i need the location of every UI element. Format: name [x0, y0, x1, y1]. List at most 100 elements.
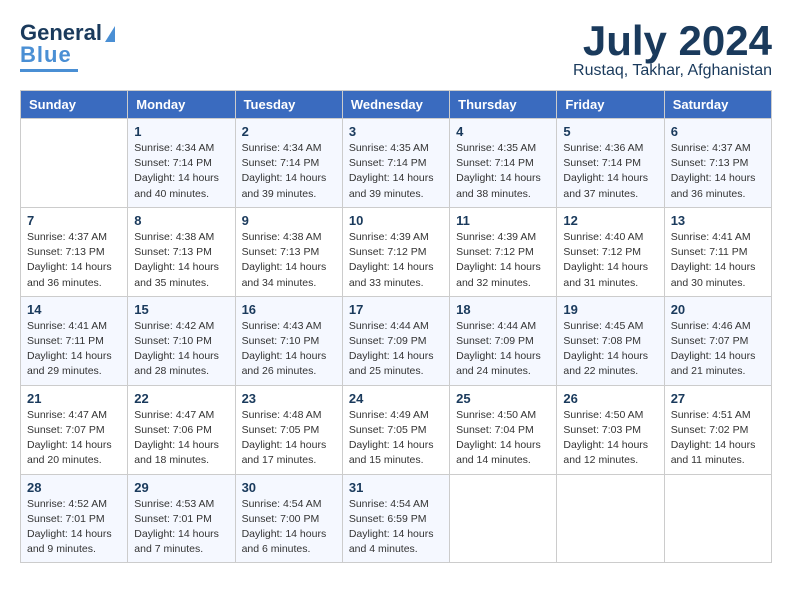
day-number: 3 [349, 124, 443, 139]
day-cell: 22 Sunrise: 4:47 AMSunset: 7:06 PMDaylig… [128, 385, 235, 474]
day-info: Sunrise: 4:49 AMSunset: 7:05 PMDaylight:… [349, 408, 443, 469]
day-info: Sunrise: 4:54 AMSunset: 7:00 PMDaylight:… [242, 497, 336, 558]
col-header-wednesday: Wednesday [342, 91, 449, 119]
day-cell: 28 Sunrise: 4:52 AMSunset: 7:01 PMDaylig… [21, 474, 128, 563]
day-cell: 13 Sunrise: 4:41 AMSunset: 7:11 PMDaylig… [664, 207, 771, 296]
day-number: 6 [671, 124, 765, 139]
day-cell: 17 Sunrise: 4:44 AMSunset: 7:09 PMDaylig… [342, 296, 449, 385]
day-cell: 24 Sunrise: 4:49 AMSunset: 7:05 PMDaylig… [342, 385, 449, 474]
day-cell: 26 Sunrise: 4:50 AMSunset: 7:03 PMDaylig… [557, 385, 664, 474]
day-info: Sunrise: 4:37 AMSunset: 7:13 PMDaylight:… [671, 141, 765, 202]
col-header-sunday: Sunday [21, 91, 128, 119]
day-cell: 25 Sunrise: 4:50 AMSunset: 7:04 PMDaylig… [450, 385, 557, 474]
col-header-tuesday: Tuesday [235, 91, 342, 119]
day-cell: 27 Sunrise: 4:51 AMSunset: 7:02 PMDaylig… [664, 385, 771, 474]
day-cell: 6 Sunrise: 4:37 AMSunset: 7:13 PMDayligh… [664, 119, 771, 208]
day-cell: 5 Sunrise: 4:36 AMSunset: 7:14 PMDayligh… [557, 119, 664, 208]
day-number: 13 [671, 213, 765, 228]
day-cell: 10 Sunrise: 4:39 AMSunset: 7:12 PMDaylig… [342, 207, 449, 296]
day-number: 22 [134, 391, 228, 406]
day-cell: 8 Sunrise: 4:38 AMSunset: 7:13 PMDayligh… [128, 207, 235, 296]
logo-triangle-icon [105, 26, 115, 42]
days-header-row: SundayMondayTuesdayWednesdayThursdayFrid… [21, 91, 772, 119]
day-info: Sunrise: 4:44 AMSunset: 7:09 PMDaylight:… [349, 319, 443, 380]
day-info: Sunrise: 4:41 AMSunset: 7:11 PMDaylight:… [671, 230, 765, 291]
day-cell [557, 474, 664, 563]
day-number: 4 [456, 124, 550, 139]
day-cell: 1 Sunrise: 4:34 AMSunset: 7:14 PMDayligh… [128, 119, 235, 208]
day-number: 24 [349, 391, 443, 406]
day-info: Sunrise: 4:36 AMSunset: 7:14 PMDaylight:… [563, 141, 657, 202]
day-info: Sunrise: 4:44 AMSunset: 7:09 PMDaylight:… [456, 319, 550, 380]
day-cell: 3 Sunrise: 4:35 AMSunset: 7:14 PMDayligh… [342, 119, 449, 208]
logo: General Blue [20, 20, 115, 72]
day-number: 31 [349, 480, 443, 495]
day-info: Sunrise: 4:46 AMSunset: 7:07 PMDaylight:… [671, 319, 765, 380]
week-row-5: 28 Sunrise: 4:52 AMSunset: 7:01 PMDaylig… [21, 474, 772, 563]
day-cell [21, 119, 128, 208]
col-header-thursday: Thursday [450, 91, 557, 119]
col-header-friday: Friday [557, 91, 664, 119]
day-cell: 20 Sunrise: 4:46 AMSunset: 7:07 PMDaylig… [664, 296, 771, 385]
day-number: 30 [242, 480, 336, 495]
day-info: Sunrise: 4:47 AMSunset: 7:07 PMDaylight:… [27, 408, 121, 469]
day-info: Sunrise: 4:54 AMSunset: 6:59 PMDaylight:… [349, 497, 443, 558]
day-info: Sunrise: 4:38 AMSunset: 7:13 PMDaylight:… [242, 230, 336, 291]
logo-blue: Blue [20, 42, 72, 68]
day-number: 21 [27, 391, 121, 406]
col-header-saturday: Saturday [664, 91, 771, 119]
day-number: 28 [27, 480, 121, 495]
day-number: 25 [456, 391, 550, 406]
month-title: July 2024 [573, 20, 772, 62]
day-number: 15 [134, 302, 228, 317]
day-number: 17 [349, 302, 443, 317]
day-cell: 11 Sunrise: 4:39 AMSunset: 7:12 PMDaylig… [450, 207, 557, 296]
day-info: Sunrise: 4:51 AMSunset: 7:02 PMDaylight:… [671, 408, 765, 469]
day-info: Sunrise: 4:45 AMSunset: 7:08 PMDaylight:… [563, 319, 657, 380]
logo-underline [20, 69, 78, 72]
location-subtitle: Rustaq, Takhar, Afghanistan [573, 62, 772, 80]
day-cell: 18 Sunrise: 4:44 AMSunset: 7:09 PMDaylig… [450, 296, 557, 385]
week-row-4: 21 Sunrise: 4:47 AMSunset: 7:07 PMDaylig… [21, 385, 772, 474]
day-info: Sunrise: 4:39 AMSunset: 7:12 PMDaylight:… [349, 230, 443, 291]
day-cell: 7 Sunrise: 4:37 AMSunset: 7:13 PMDayligh… [21, 207, 128, 296]
day-info: Sunrise: 4:38 AMSunset: 7:13 PMDaylight:… [134, 230, 228, 291]
day-number: 29 [134, 480, 228, 495]
day-cell: 4 Sunrise: 4:35 AMSunset: 7:14 PMDayligh… [450, 119, 557, 208]
day-info: Sunrise: 4:34 AMSunset: 7:14 PMDaylight:… [242, 141, 336, 202]
page-header: General Blue July 2024 Rustaq, Takhar, A… [20, 20, 772, 80]
day-number: 1 [134, 124, 228, 139]
day-cell: 30 Sunrise: 4:54 AMSunset: 7:00 PMDaylig… [235, 474, 342, 563]
day-info: Sunrise: 4:52 AMSunset: 7:01 PMDaylight:… [27, 497, 121, 558]
week-row-1: 1 Sunrise: 4:34 AMSunset: 7:14 PMDayligh… [21, 119, 772, 208]
day-cell: 16 Sunrise: 4:43 AMSunset: 7:10 PMDaylig… [235, 296, 342, 385]
day-info: Sunrise: 4:53 AMSunset: 7:01 PMDaylight:… [134, 497, 228, 558]
day-number: 14 [27, 302, 121, 317]
day-cell: 19 Sunrise: 4:45 AMSunset: 7:08 PMDaylig… [557, 296, 664, 385]
day-number: 27 [671, 391, 765, 406]
day-cell: 14 Sunrise: 4:41 AMSunset: 7:11 PMDaylig… [21, 296, 128, 385]
day-cell: 15 Sunrise: 4:42 AMSunset: 7:10 PMDaylig… [128, 296, 235, 385]
day-info: Sunrise: 4:42 AMSunset: 7:10 PMDaylight:… [134, 319, 228, 380]
day-cell: 29 Sunrise: 4:53 AMSunset: 7:01 PMDaylig… [128, 474, 235, 563]
day-cell: 31 Sunrise: 4:54 AMSunset: 6:59 PMDaylig… [342, 474, 449, 563]
day-number: 7 [27, 213, 121, 228]
day-number: 2 [242, 124, 336, 139]
week-row-3: 14 Sunrise: 4:41 AMSunset: 7:11 PMDaylig… [21, 296, 772, 385]
day-info: Sunrise: 4:41 AMSunset: 7:11 PMDaylight:… [27, 319, 121, 380]
day-number: 16 [242, 302, 336, 317]
day-info: Sunrise: 4:48 AMSunset: 7:05 PMDaylight:… [242, 408, 336, 469]
day-cell: 12 Sunrise: 4:40 AMSunset: 7:12 PMDaylig… [557, 207, 664, 296]
week-row-2: 7 Sunrise: 4:37 AMSunset: 7:13 PMDayligh… [21, 207, 772, 296]
day-info: Sunrise: 4:35 AMSunset: 7:14 PMDaylight:… [349, 141, 443, 202]
day-number: 26 [563, 391, 657, 406]
day-info: Sunrise: 4:47 AMSunset: 7:06 PMDaylight:… [134, 408, 228, 469]
day-number: 9 [242, 213, 336, 228]
day-number: 8 [134, 213, 228, 228]
day-number: 12 [563, 213, 657, 228]
calendar-table: SundayMondayTuesdayWednesdayThursdayFrid… [20, 90, 772, 563]
day-info: Sunrise: 4:50 AMSunset: 7:04 PMDaylight:… [456, 408, 550, 469]
day-number: 19 [563, 302, 657, 317]
day-info: Sunrise: 4:37 AMSunset: 7:13 PMDaylight:… [27, 230, 121, 291]
day-number: 20 [671, 302, 765, 317]
